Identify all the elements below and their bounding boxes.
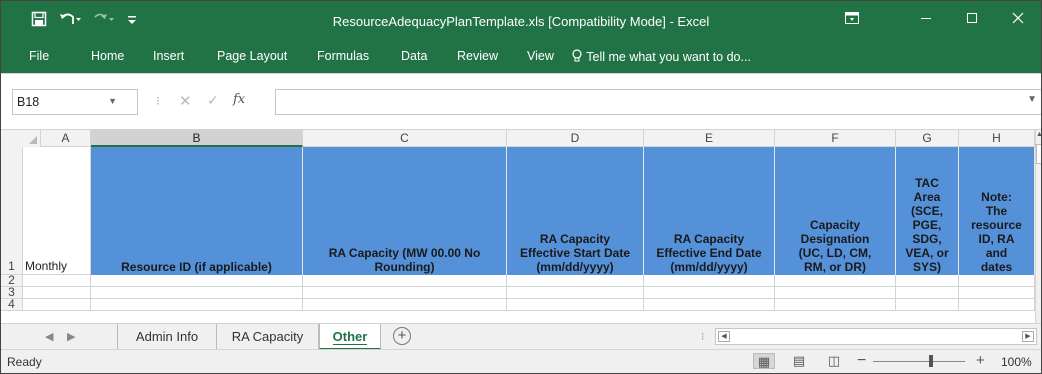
cell-d1[interactable]: RA Capacity Effective Start Date (mm/dd/… (507, 147, 644, 275)
cell-c2[interactable] (303, 275, 507, 287)
cell-c4[interactable] (303, 299, 507, 311)
tab-splitter[interactable]: ⁝ (701, 330, 705, 343)
zoom-slider[interactable] (873, 361, 965, 362)
cell-e2[interactable] (644, 275, 775, 287)
cell-h3[interactable] (959, 287, 1035, 299)
status-text: Ready (7, 355, 42, 369)
tab-home[interactable]: Home (91, 49, 124, 63)
vertical-scrollbar[interactable]: ▲ (1035, 130, 1041, 324)
cell-g4[interactable] (896, 299, 959, 311)
formula-input[interactable] (275, 89, 1041, 115)
cell-h1[interactable]: Note: The resource ID, RA and dates (959, 147, 1035, 275)
formula-bar: B18 ▼ ⁝ ✕ ✓ fx ▼ (1, 73, 1041, 129)
column-header-c[interactable]: C (303, 130, 507, 147)
tab-insert[interactable]: Insert (153, 49, 184, 63)
scroll-right-icon[interactable]: ▶ (1022, 331, 1034, 342)
cell-d4[interactable] (507, 299, 644, 311)
cell-g1[interactable]: TAC Area (SCE, PGE, SDG, VEA, or SYS) (896, 147, 959, 275)
column-header-g[interactable]: G (896, 130, 959, 147)
vertical-scroll-thumb[interactable] (1036, 144, 1041, 164)
cell-f1[interactable]: Capacity Designation (UC, LD, CM, RM, or… (775, 147, 896, 275)
select-all-corner[interactable] (1, 130, 41, 147)
cell-f3[interactable] (775, 287, 896, 299)
column-headers: A B C D E F G H (1, 130, 1041, 147)
cell-e1[interactable]: RA Capacity Effective End Date (mm/dd/yy… (644, 147, 775, 275)
sheet-tab-other-label: Other (332, 329, 368, 345)
status-bar: Ready ▦ ▤ ◫ − + 100% (1, 349, 1041, 373)
name-box-value: B18 (17, 95, 40, 109)
cell-a3[interactable] (23, 287, 91, 299)
tab-page-layout[interactable]: Page Layout (217, 49, 287, 63)
column-header-a[interactable]: A (41, 130, 91, 147)
title-bar: ResourceAdequacyPlanTemplate.xls [Compat… (1, 1, 1041, 41)
page-layout-view-icon[interactable]: ▤ (788, 353, 810, 369)
cell-c1[interactable]: RA Capacity (MW 00.00 No Rounding) (303, 147, 507, 275)
excel-window: ResourceAdequacyPlanTemplate.xls [Compat… (0, 0, 1042, 374)
horizontal-scrollbar[interactable]: ◀ ▶ (715, 328, 1037, 345)
cell-d2[interactable] (507, 275, 644, 287)
scroll-up-icon[interactable]: ▲ (1036, 131, 1041, 138)
chevron-down-icon[interactable]: ▼ (108, 96, 117, 106)
row-header-4[interactable]: 4 (1, 298, 23, 311)
column-header-f[interactable]: F (775, 130, 896, 147)
cell-a4[interactable] (23, 299, 91, 311)
worksheet-grid: A B C D E F G H 1 2 3 4 Monthly Resource… (1, 129, 1041, 324)
column-header-b[interactable]: B (91, 130, 303, 147)
enter-icon[interactable]: ✓ (207, 92, 219, 109)
sheet-tab-other[interactable]: Other (319, 324, 381, 350)
tell-me-box[interactable]: Tell me what you want to do... (571, 49, 751, 64)
cell-h2[interactable] (959, 275, 1035, 287)
tab-review[interactable]: Review (457, 49, 498, 63)
sheet-prev-icon[interactable]: ◀ (45, 330, 53, 343)
sheet-tab-admin-info[interactable]: Admin Info (117, 324, 217, 350)
cell-g3[interactable] (896, 287, 959, 299)
cell-a1[interactable]: Monthly (23, 147, 91, 275)
name-box[interactable]: B18 ▼ (12, 89, 138, 115)
cell-e4[interactable] (644, 299, 775, 311)
zoom-slider-thumb[interactable] (929, 355, 933, 367)
tab-view[interactable]: View (527, 49, 554, 63)
sheet-next-icon[interactable]: ▶ (67, 330, 75, 343)
cancel-icon[interactable]: ✕ (179, 92, 192, 110)
formula-bar-grip: ⁝ (156, 94, 160, 108)
sheet-tab-bar: ◀ ▶ Admin Info RA Capacity Other + ⁝ ◀ ▶ (1, 323, 1041, 350)
add-sheet-icon[interactable]: + (393, 327, 411, 345)
close-icon[interactable] (995, 1, 1041, 35)
cell-e3[interactable] (644, 287, 775, 299)
cell-f2[interactable] (775, 275, 896, 287)
cell-a2[interactable] (23, 275, 91, 287)
tell-me-text: Tell me what you want to do... (586, 50, 751, 64)
page-break-view-icon[interactable]: ◫ (823, 353, 845, 369)
sheet-tab-ra-capacity[interactable]: RA Capacity (217, 324, 319, 350)
insert-function-icon[interactable]: fx (233, 92, 245, 107)
row-header-1[interactable]: 1 (1, 147, 23, 275)
cell-c3[interactable] (303, 287, 507, 299)
cell-h4[interactable] (959, 299, 1035, 311)
normal-view-icon[interactable]: ▦ (753, 353, 775, 369)
cell-b1[interactable]: Resource ID (if applicable) (91, 147, 303, 275)
minimize-icon[interactable] (903, 1, 949, 35)
window-controls (829, 1, 1041, 35)
lightbulb-icon (572, 49, 582, 62)
column-header-e[interactable]: E (644, 130, 775, 147)
cell-g2[interactable] (896, 275, 959, 287)
tab-data[interactable]: Data (401, 49, 427, 63)
cell-f4[interactable] (775, 299, 896, 311)
zoom-in-icon[interactable]: + (976, 352, 985, 369)
cell-b2[interactable] (91, 275, 303, 287)
ribbon-options-icon[interactable] (829, 1, 875, 35)
tab-formulas[interactable]: Formulas (317, 49, 369, 63)
maximize-icon[interactable] (949, 1, 995, 35)
zoom-level[interactable]: 100% (1001, 355, 1032, 369)
scroll-left-icon[interactable]: ◀ (718, 331, 730, 342)
cell-b4[interactable] (91, 299, 303, 311)
column-header-d[interactable]: D (507, 130, 644, 147)
ribbon-tabs: File Home Insert Page Layout Formulas Da… (1, 41, 1041, 73)
expand-formula-icon[interactable]: ▼ (1027, 94, 1037, 105)
cell-d3[interactable] (507, 287, 644, 299)
zoom-out-icon[interactable]: − (857, 352, 866, 370)
column-header-h[interactable]: H (959, 130, 1035, 147)
tab-file[interactable]: File (29, 49, 49, 63)
cell-b3[interactable] (91, 287, 303, 299)
